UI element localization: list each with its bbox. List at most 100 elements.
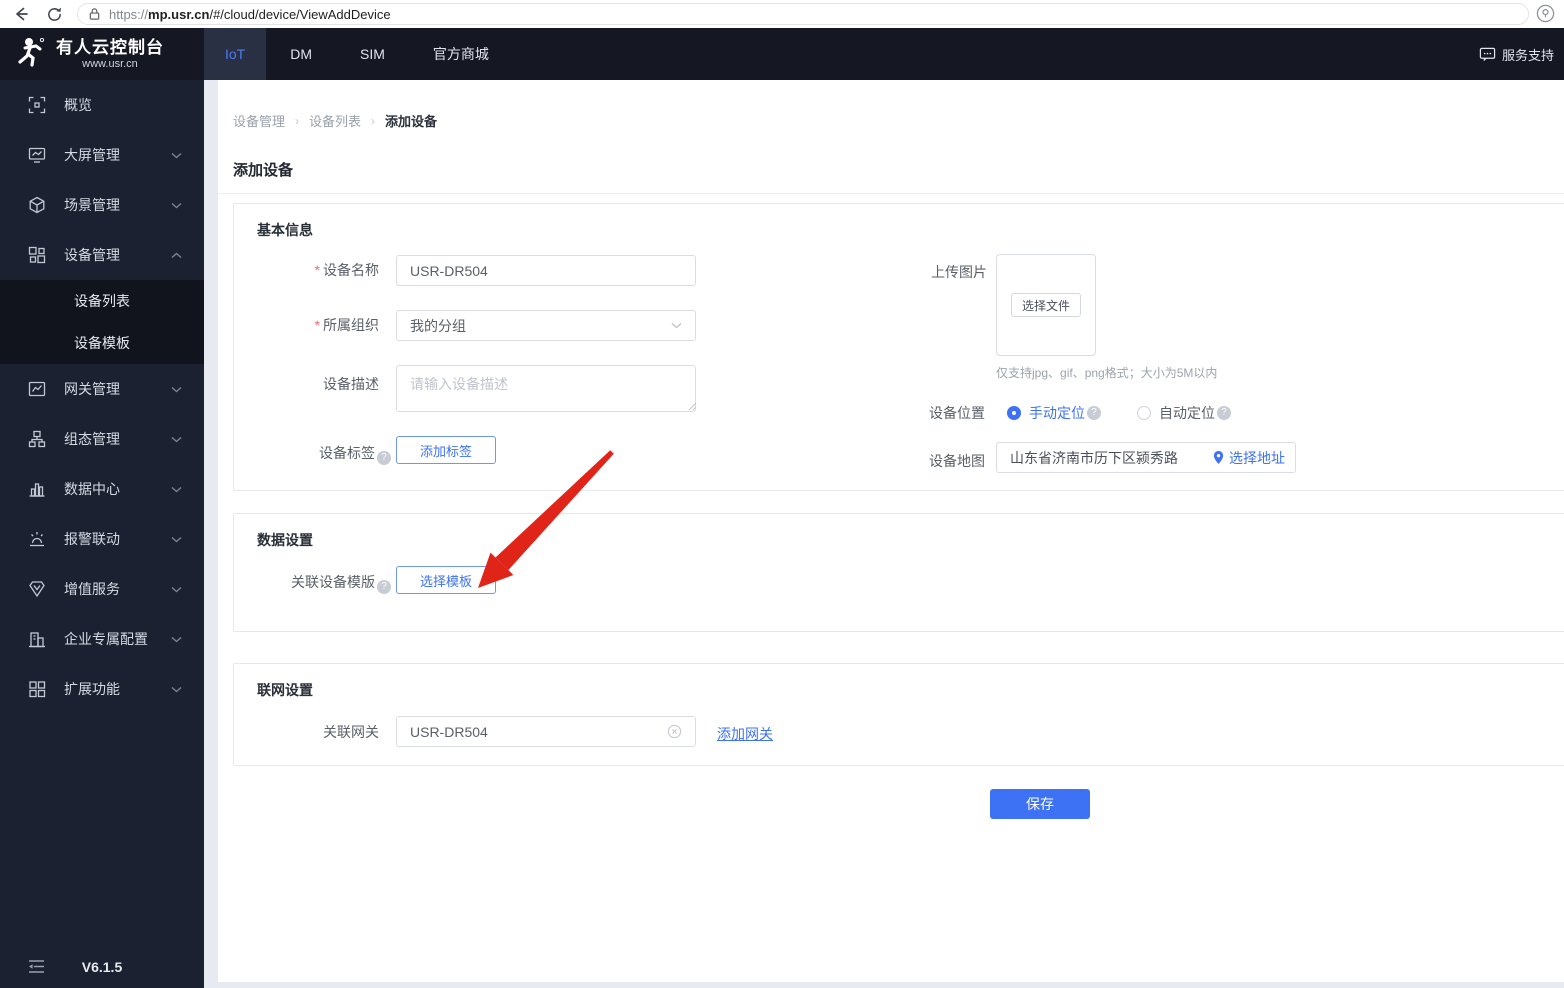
add-gateway-link[interactable]: 添加网关 (717, 724, 773, 744)
sidebar-item-label: 组态管理 (64, 431, 120, 447)
sidebar-item-enterprise[interactable]: 企业专属配置 (0, 614, 204, 664)
help-icon[interactable]: ? (1087, 406, 1101, 420)
sidebar: 概览 大屏管理 场景管理 设备管理 设备列表 设备模板 网关管理 组态管理 数据… (0, 80, 204, 988)
sidebar-item-label: 企业专属配置 (64, 631, 148, 647)
sidebar-subitem-device-list[interactable]: 设备列表 (0, 280, 204, 322)
sidebar-item-label: 增值服务 (64, 581, 120, 597)
required-asterisk: * (314, 262, 320, 278)
scene-icon (28, 196, 46, 214)
sidebar-item-label: 报警联动 (64, 531, 120, 547)
save-button[interactable]: 保存 (990, 789, 1090, 819)
section-title-network: 联网设置 (257, 682, 313, 698)
chevron-down-icon (171, 586, 182, 592)
reload-icon[interactable] (46, 6, 63, 23)
data-settings-panel: 数据设置 关联设备模版? 选择模板 (233, 513, 1564, 632)
device-management-icon (28, 246, 46, 264)
chevron-down-icon (171, 386, 182, 392)
sidebar-item-alarm[interactable]: 报警联动 (0, 514, 204, 564)
required-asterisk: * (314, 317, 320, 333)
chevron-up-icon (171, 252, 182, 258)
basic-info-panel: 基本信息 *设备名称 *所属组织 我的分组 设备描述 设备标签? 添加标签 上传… (233, 203, 1564, 491)
auto-location-radio[interactable] (1137, 406, 1151, 420)
section-title-data: 数据设置 (257, 532, 313, 548)
location-permission-icon[interactable] (1535, 3, 1556, 29)
sidebar-item-configuration[interactable]: 组态管理 (0, 414, 204, 464)
browser-chrome: https://mp.usr.cn/#/cloud/device/ViewAdd… (0, 0, 1564, 28)
sidebar-item-extensions[interactable]: 扩展功能 (0, 664, 204, 714)
device-name-input[interactable] (396, 255, 696, 286)
chevron-down-icon (171, 686, 182, 692)
chevron-down-icon (171, 202, 182, 208)
device-submenu: 设备列表 设备模板 (0, 280, 204, 364)
sidebar-item-scene[interactable]: 场景管理 (0, 180, 204, 230)
device-name-label: * 设备名称 (314, 262, 379, 278)
sidebar-item-gateway[interactable]: 网关管理 (0, 364, 204, 414)
select-chevron-down-icon (671, 322, 682, 329)
device-description-textarea[interactable] (396, 365, 696, 412)
choose-file-button[interactable]: 选择文件 (1011, 293, 1081, 317)
tab-sim[interactable]: SIM (336, 28, 409, 80)
tab-iot[interactable]: IoT (204, 28, 267, 80)
gateway-input[interactable]: USR-DR504 (396, 716, 696, 747)
service-support-label: 服务支持 (1501, 47, 1554, 63)
content-card: 设备管理 › 设备列表 › 添加设备 添加设备 基本信息 *设备名称 *所属组织… (218, 80, 1564, 982)
sidebar-item-overview[interactable]: 概览 (0, 80, 204, 130)
sidebar-item-datacenter[interactable]: 数据中心 (0, 464, 204, 514)
tab-dm[interactable]: DM (266, 28, 336, 80)
device-location-row: 设备位置 手动定位 ? 自动定位 ? (929, 403, 1231, 423)
map-pin-icon (1213, 451, 1224, 464)
gateway-value: USR-DR504 (410, 723, 488, 740)
title-divider (218, 193, 1564, 194)
address-bar[interactable]: https://mp.usr.cn/#/cloud/device/ViewAdd… (77, 3, 1529, 25)
device-template-label: 关联设备模版? (234, 572, 391, 594)
help-icon[interactable]: ? (377, 451, 391, 465)
choose-address-label: 选择地址 (1229, 449, 1285, 466)
gateway-icon (28, 380, 46, 398)
device-location-label: 设备位置 (929, 405, 985, 421)
organization-select[interactable]: 我的分组 (396, 310, 696, 341)
section-title-basic: 基本信息 (257, 222, 313, 238)
breadcrumb-device-management[interactable]: 设备管理 (233, 111, 285, 130)
help-icon[interactable]: ? (377, 580, 391, 594)
nav-tabs: IoT DM SIM 官方商城 (204, 28, 513, 80)
back-icon[interactable] (12, 5, 30, 23)
device-tag-label: 设备标签? (234, 443, 391, 465)
breadcrumb: 设备管理 › 设备列表 › 添加设备 (233, 111, 437, 130)
breadcrumb-device-list[interactable]: 设备列表 (309, 111, 361, 130)
extensions-icon (28, 680, 46, 698)
page-title: 添加设备 (233, 162, 294, 179)
main-content: 设备管理 › 设备列表 › 添加设备 添加设备 基本信息 *设备名称 *所属组织… (204, 80, 1564, 988)
big-screen-icon (28, 146, 46, 164)
url-text[interactable]: https://mp.usr.cn/#/cloud/device/ViewAdd… (109, 7, 391, 22)
clear-icon[interactable] (667, 724, 682, 739)
add-tag-button[interactable]: 添加标签 (396, 436, 496, 464)
chevron-down-icon (171, 536, 182, 542)
chevron-down-icon (171, 636, 182, 642)
enterprise-config-icon (28, 630, 46, 648)
breadcrumb-separator: › (295, 113, 300, 128)
device-map-input[interactable]: 山东省济南市历下区颍秀路 选择地址 (996, 442, 1296, 473)
sidebar-item-device[interactable]: 设备管理 (0, 230, 204, 280)
service-support[interactable]: 服务支持 (1479, 28, 1564, 80)
lock-icon (88, 7, 101, 21)
manual-location-radio[interactable] (1007, 406, 1021, 420)
sidebar-item-bigscreen[interactable]: 大屏管理 (0, 130, 204, 180)
manual-location-label[interactable]: 手动定位 (1029, 403, 1085, 423)
upload-dropzone[interactable]: 选择文件 (996, 254, 1096, 356)
overview-icon (28, 96, 46, 114)
tab-mall[interactable]: 官方商城 (409, 28, 513, 80)
value-added-service-icon (28, 580, 46, 598)
auto-location-label[interactable]: 自动定位 (1159, 403, 1215, 423)
sidebar-subitem-device-template[interactable]: 设备模板 (0, 322, 204, 364)
choose-address-link[interactable]: 选择地址 (1212, 448, 1285, 468)
chevron-down-icon (171, 152, 182, 158)
upload-image-label: 上传图片 (931, 264, 987, 280)
logo[interactable]: 有人云控制台 www.usr.cn (0, 28, 204, 80)
sidebar-item-vas[interactable]: 增值服务 (0, 564, 204, 614)
chat-bubble-icon (1479, 47, 1496, 61)
sidebar-item-label: 大屏管理 (64, 147, 120, 163)
network-settings-panel: 联网设置 关联网关 USR-DR504 添加网关 (233, 663, 1564, 766)
help-icon[interactable]: ? (1217, 406, 1231, 420)
breadcrumb-separator: › (371, 113, 376, 128)
choose-template-button[interactable]: 选择模板 (396, 566, 496, 594)
